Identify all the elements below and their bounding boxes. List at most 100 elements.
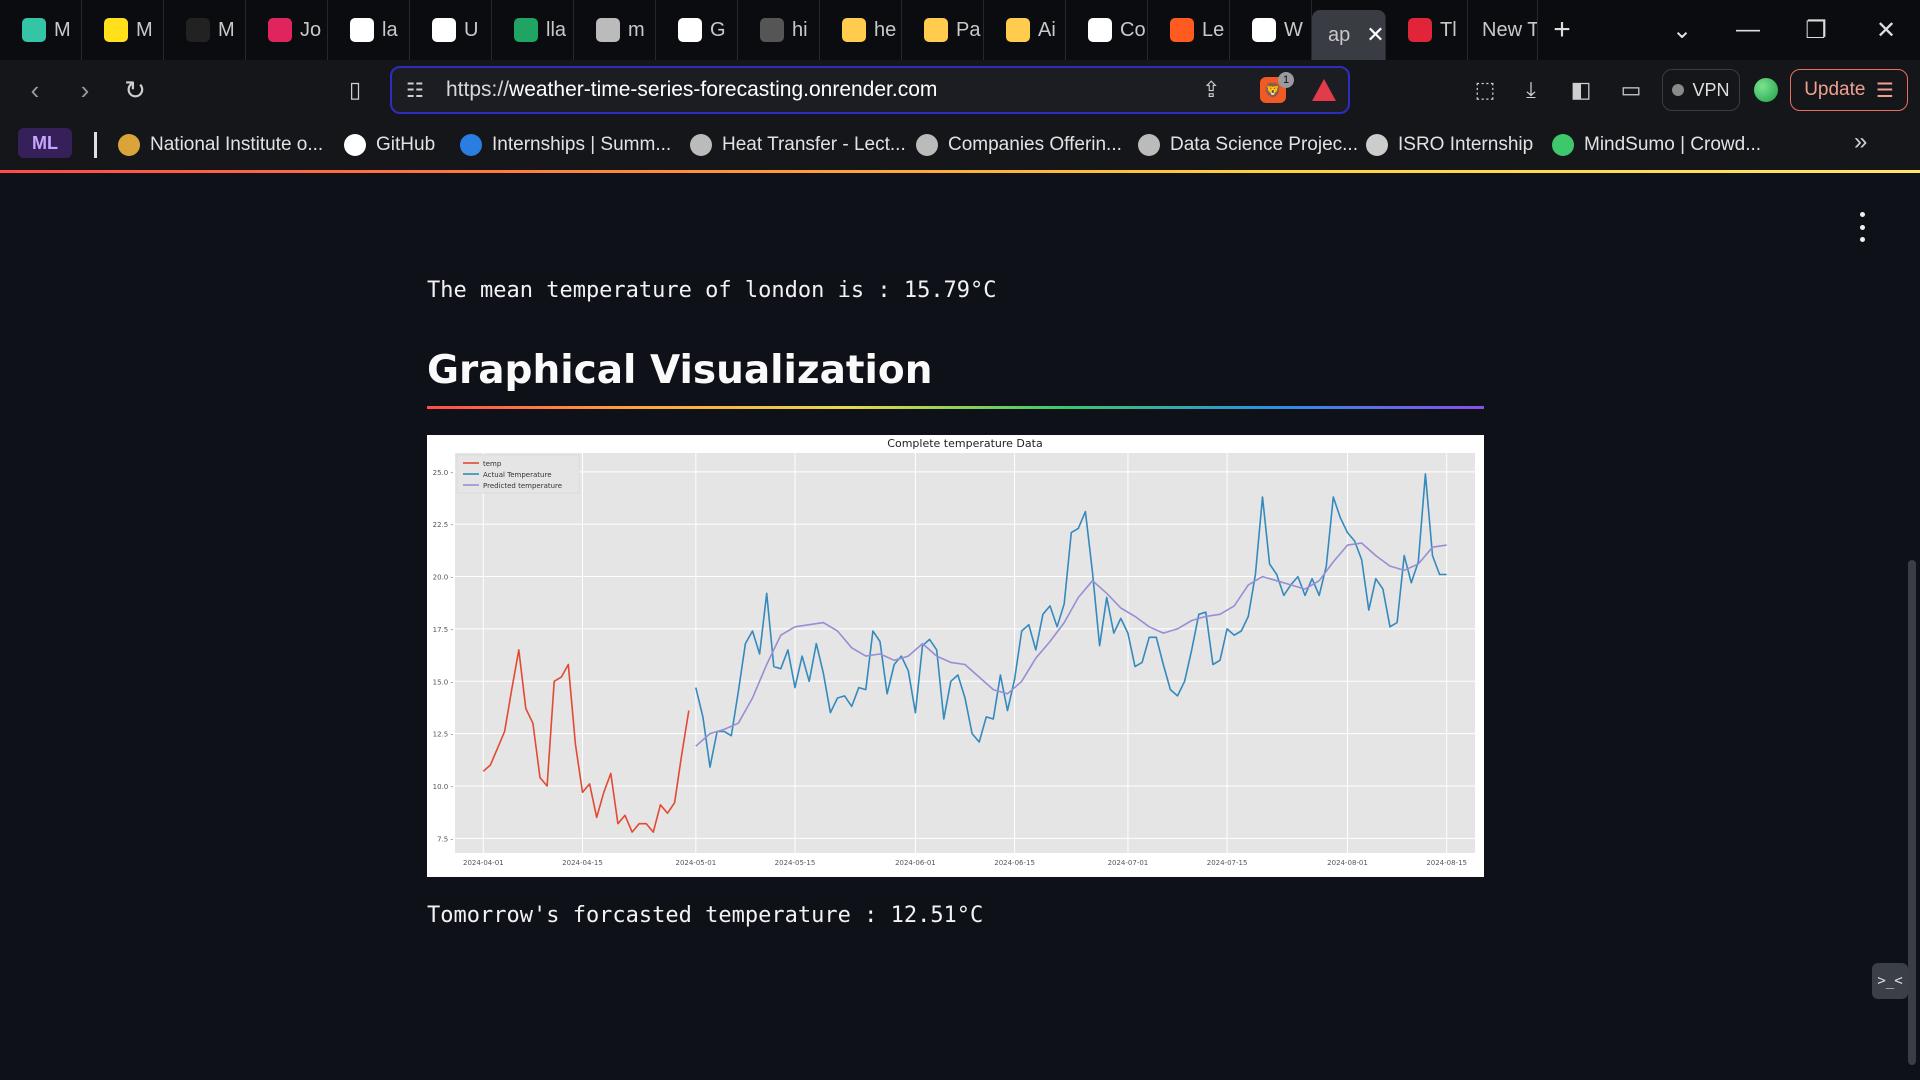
browser-tab[interactable]: lla xyxy=(492,0,574,60)
y-tick-label: 10.0 - xyxy=(433,783,454,791)
huggingface-icon xyxy=(842,18,866,42)
y-tick-label: 12.5 - xyxy=(433,731,454,739)
y-tick-label: 17.5 - xyxy=(433,626,454,634)
bookmark-item[interactable]: ISRO Internship xyxy=(1366,128,1533,162)
huggingface-icon xyxy=(1006,18,1030,42)
browser-tab[interactable]: Pa xyxy=(902,0,984,60)
bookmark-item[interactable]: Internships | Summ... xyxy=(460,128,671,162)
wallet-icon[interactable]: ▭ xyxy=(1606,60,1656,120)
y-tick-label: 7.5 - xyxy=(437,835,453,843)
menu-icon: ☰ xyxy=(1875,79,1894,102)
profile-avatar[interactable] xyxy=(1754,78,1778,102)
browser-tab[interactable]: G xyxy=(656,0,738,60)
app-menu-icon[interactable] xyxy=(1850,212,1874,242)
tab-label: hi xyxy=(792,18,808,41)
restore-button[interactable]: ❐ xyxy=(1782,0,1850,60)
bookmark-label: Data Science Projec... xyxy=(1170,134,1358,155)
x-tick-label: 2024-08-01 xyxy=(1327,859,1368,867)
x-tick-label: 2024-08-15 xyxy=(1426,859,1467,867)
x-tick-label: 2024-04-15 xyxy=(562,859,603,867)
bookmark-divider xyxy=(94,132,97,158)
browser-tab[interactable]: New T xyxy=(1468,0,1538,60)
browser-tab[interactable]: ap ✕ xyxy=(1312,10,1386,60)
browser-tab[interactable]: m xyxy=(574,0,656,60)
y-tick-label: 15.0 - xyxy=(433,678,454,686)
browser-tab[interactable]: U xyxy=(410,0,492,60)
browser-tab[interactable]: la xyxy=(328,0,410,60)
openai-icon xyxy=(678,18,702,42)
browser-tab[interactable]: hi xyxy=(738,0,820,60)
browser-tab[interactable]: M xyxy=(82,0,164,60)
browser-tab[interactable]: Le xyxy=(1148,0,1230,60)
bookmark-item[interactable]: Data Science Projec... xyxy=(1138,128,1358,162)
legend-label: Predicted temperature xyxy=(483,482,562,490)
drive-icon xyxy=(514,18,538,42)
nit-logo-icon xyxy=(118,134,140,156)
section-heading: Graphical Visualization xyxy=(427,348,933,393)
browser-tab[interactable]: W xyxy=(1230,0,1312,60)
share-icon[interactable]: ⇪ xyxy=(1202,77,1220,103)
bookmark-label: ISRO Internship xyxy=(1398,134,1534,155)
tab-label: Ai xyxy=(1038,18,1056,41)
page-scrollbar[interactable] xyxy=(1908,560,1916,1065)
browser-tab[interactable]: he xyxy=(820,0,902,60)
more-bookmarks-icon[interactable]: » xyxy=(1854,128,1867,156)
browser-tab[interactable]: Tl xyxy=(1386,0,1468,60)
x-tick-label: 2024-07-15 xyxy=(1207,859,1248,867)
legend-label: temp xyxy=(483,460,502,468)
browser-tab[interactable]: Ai xyxy=(984,0,1066,60)
address-bar[interactable]: ☷ https://weather-time-series-forecastin… xyxy=(390,66,1350,114)
chart-title: Complete temperature Data xyxy=(887,437,1042,450)
mindsumo-icon xyxy=(1552,134,1574,156)
x-tick-label: 2024-05-15 xyxy=(775,859,816,867)
brave-rewards-icon[interactable] xyxy=(1312,79,1336,101)
new-tab-button[interactable]: + xyxy=(1532,0,1592,60)
bookmark-icon[interactable]: ▯ xyxy=(330,60,380,120)
browser-tab[interactable]: Co xyxy=(1066,0,1148,60)
ml-bookmark-folder[interactable]: ML xyxy=(18,128,72,158)
sidebar-icon[interactable]: ◧ xyxy=(1556,60,1606,120)
y-tick-label: 22.5 - xyxy=(433,521,454,529)
forecast-text: Tomorrow's forcasted temperature : 12.51… xyxy=(427,903,984,928)
wrench-icon xyxy=(1252,18,1276,42)
vpn-button[interactable]: VPN xyxy=(1662,69,1740,111)
browser-tab[interactable]: M xyxy=(164,0,246,60)
url-text[interactable]: https://weather-time-series-forecasting.… xyxy=(446,78,937,102)
forward-icon[interactable]: › xyxy=(60,60,110,120)
puzzle-icon xyxy=(186,18,210,42)
wave-icon xyxy=(22,18,46,42)
x-tick-label: 2024-04-01 xyxy=(463,859,504,867)
crown-icon xyxy=(1408,18,1432,42)
bookmark-item[interactable]: Companies Offerin... xyxy=(916,128,1122,162)
tab-label: Tl xyxy=(1440,18,1457,41)
bookmark-item[interactable]: Heat Transfer - Lect... xyxy=(690,128,906,162)
vpn-status-icon xyxy=(1672,84,1685,96)
tab-label: New T xyxy=(1482,18,1538,41)
is-logo-icon xyxy=(460,134,482,156)
site-settings-icon[interactable]: ☷ xyxy=(406,78,424,103)
bookmark-item[interactable]: National Institute o... xyxy=(118,128,323,162)
window-close-button[interactable]: ✕ xyxy=(1852,0,1920,60)
tab-label: la xyxy=(382,18,398,41)
extensions-icon[interactable]: ⬚ xyxy=(1460,60,1510,120)
browser-tab[interactable]: Jo xyxy=(246,0,328,60)
dev-tools-button[interactable]: >_< xyxy=(1872,963,1908,999)
t-circle-icon xyxy=(1138,134,1160,156)
tab-search-chevron-icon[interactable]: ⌄ xyxy=(1648,0,1716,60)
tab-label: M xyxy=(136,18,153,41)
reload-icon[interactable]: ↻ xyxy=(110,60,160,120)
orange-square-icon xyxy=(1170,18,1194,42)
download-icon[interactable]: ⤓ xyxy=(1506,60,1556,120)
legend-label: Actual Temperature xyxy=(483,471,552,479)
bookmark-item[interactable]: GitHub xyxy=(344,128,435,162)
update-button[interactable]: Update ☰ xyxy=(1790,69,1908,111)
back-icon[interactable]: ‹ xyxy=(10,60,60,120)
bookmark-label: GitHub xyxy=(376,134,436,155)
bookmark-label: Internships | Summ... xyxy=(492,134,672,155)
browser-tab[interactable]: M xyxy=(0,0,82,60)
bookmark-item[interactable]: MindSumo | Crowd... xyxy=(1552,128,1761,162)
minimize-button[interactable]: — xyxy=(1714,0,1782,60)
tab-label: G xyxy=(710,18,726,41)
y-tick-label: 25.0 - xyxy=(433,469,454,477)
close-tab-icon[interactable]: ✕ xyxy=(1366,22,1384,48)
